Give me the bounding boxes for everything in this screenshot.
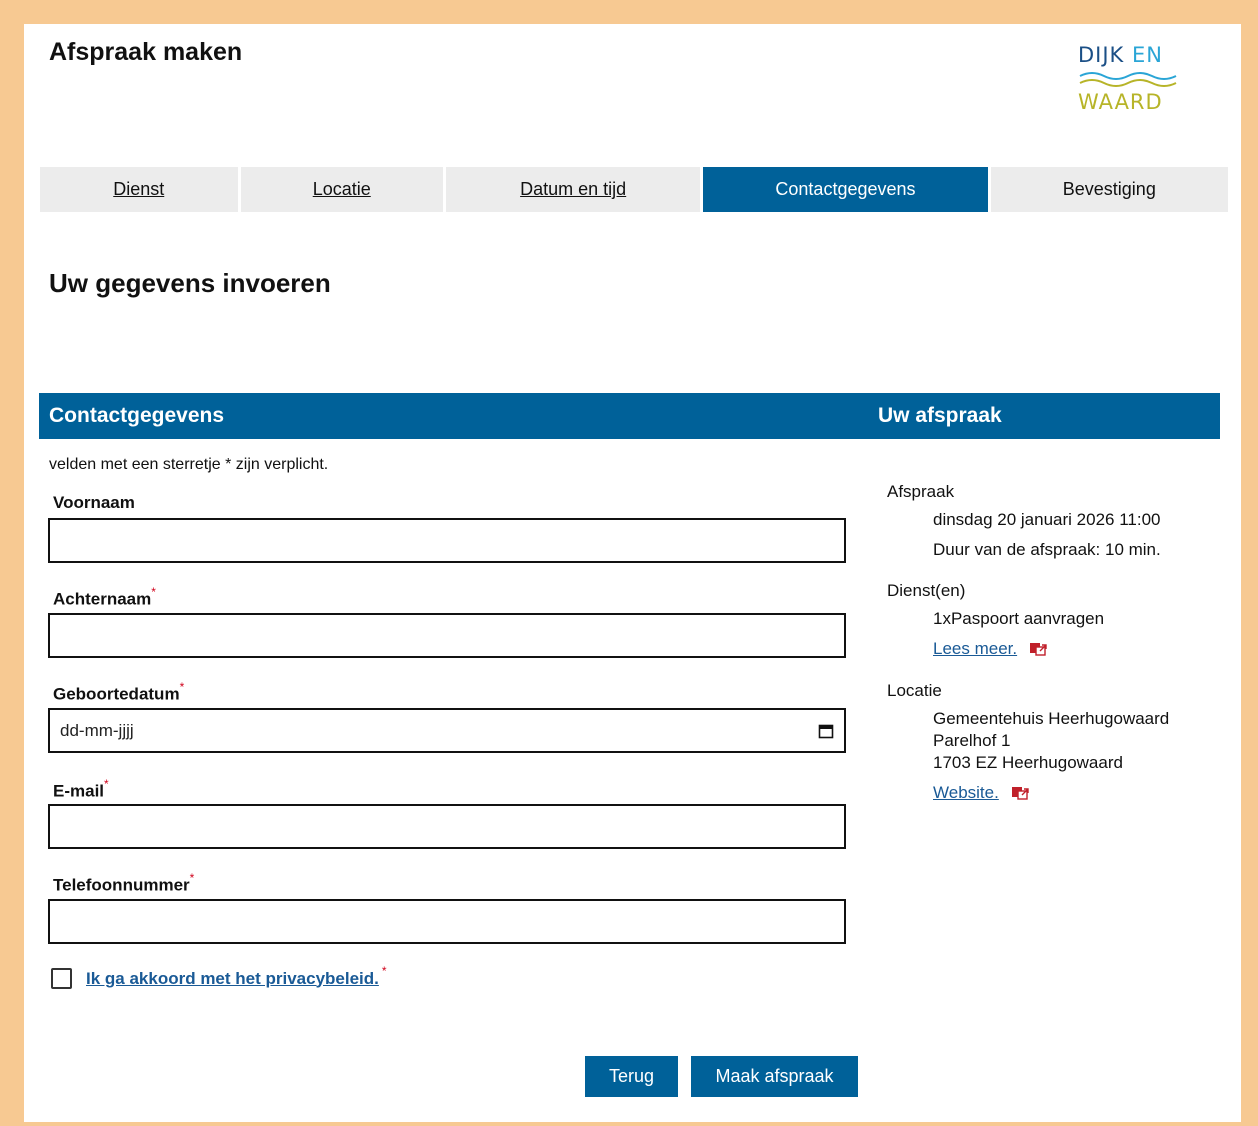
first-name-input[interactable] bbox=[48, 518, 846, 563]
appointment-label: Afspraak bbox=[887, 482, 955, 501]
make-appointment-button[interactable]: Maak afspraak bbox=[691, 1056, 858, 1097]
required-marker: * bbox=[151, 585, 156, 599]
wave-icon bbox=[1079, 72, 1177, 87]
back-button[interactable]: Terug bbox=[585, 1056, 678, 1097]
logo-text-dijk: DIJK bbox=[1078, 43, 1125, 67]
birth-date-label: Geboortedatum* bbox=[53, 680, 185, 704]
external-link-icon bbox=[1029, 641, 1048, 656]
dijk-en-waard-logo: DIJK EN WAARD bbox=[1076, 42, 1186, 114]
last-name-input[interactable] bbox=[48, 613, 846, 658]
privacy-consent: Ik ga akkoord met het privacybeleid. * bbox=[51, 964, 387, 989]
external-link-icon bbox=[1011, 785, 1030, 800]
step-navigation: Dienst Locatie Datum en tijd Contactgege… bbox=[40, 167, 1228, 212]
logo-text-en: EN bbox=[1132, 43, 1163, 67]
website-link[interactable]: Website. bbox=[933, 783, 999, 802]
required-marker: * bbox=[179, 680, 185, 694]
services-label: Dienst(en) bbox=[887, 581, 966, 600]
appointment-datetime: dinsdag 20 januari 2026 11:00 bbox=[933, 510, 1161, 529]
step-contactgegevens[interactable]: Contactgegevens bbox=[703, 167, 988, 212]
required-marker: * bbox=[189, 871, 195, 885]
calendar-icon[interactable] bbox=[818, 723, 834, 739]
location-address-line1: Parelhof 1 bbox=[933, 731, 1011, 750]
required-fields-note: velden met een sterretje * zijn verplich… bbox=[49, 456, 329, 473]
step-datum-en-tijd[interactable]: Datum en tijd bbox=[445, 167, 701, 212]
location-name: Gemeentehuis Heerhugowaard bbox=[933, 709, 1170, 728]
required-marker: * bbox=[104, 777, 109, 791]
location-address-line2: 1703 EZ Heerhugowaard bbox=[933, 753, 1123, 772]
phone-input[interactable] bbox=[48, 899, 846, 944]
birth-date-input[interactable]: dd-mm-jjjj bbox=[48, 708, 846, 753]
privacy-checkbox[interactable] bbox=[51, 968, 72, 989]
logo-text-waard: WAARD bbox=[1078, 90, 1163, 114]
read-more-link[interactable]: Lees meer. bbox=[933, 639, 1017, 658]
service-item: 1xPaspoort aanvragen bbox=[933, 609, 1105, 628]
section-header-bar: Contactgegevens Uw afspraak bbox=[39, 393, 1220, 439]
summary-header: Uw afspraak bbox=[878, 404, 1002, 427]
appointment-duration: Duur van de afspraak: 10 min. bbox=[933, 540, 1161, 559]
birth-date-placeholder: dd-mm-jjjj bbox=[60, 720, 134, 740]
appointment-card: Afspraak maken DIJK EN WAARD Dienst Loca… bbox=[24, 24, 1241, 1122]
section-title: Uw gegevens invoeren bbox=[49, 268, 331, 298]
last-name-label: Achternaam* bbox=[53, 585, 156, 609]
required-marker: * bbox=[381, 963, 387, 978]
location-label: Locatie bbox=[887, 681, 942, 700]
step-dienst[interactable]: Dienst bbox=[40, 167, 238, 212]
first-name-label: Voornaam bbox=[53, 493, 135, 512]
form-header: Contactgegevens bbox=[49, 404, 225, 427]
email-label: E-mail* bbox=[53, 777, 109, 801]
privacy-policy-link[interactable]: Ik ga akkoord met het privacybeleid. bbox=[86, 969, 379, 989]
page-title: Afspraak maken bbox=[49, 38, 243, 66]
step-bevestiging: Bevestiging bbox=[990, 167, 1228, 212]
email-input[interactable] bbox=[48, 804, 846, 849]
phone-label: Telefoonnummer* bbox=[53, 871, 195, 895]
step-locatie[interactable]: Locatie bbox=[240, 167, 443, 212]
